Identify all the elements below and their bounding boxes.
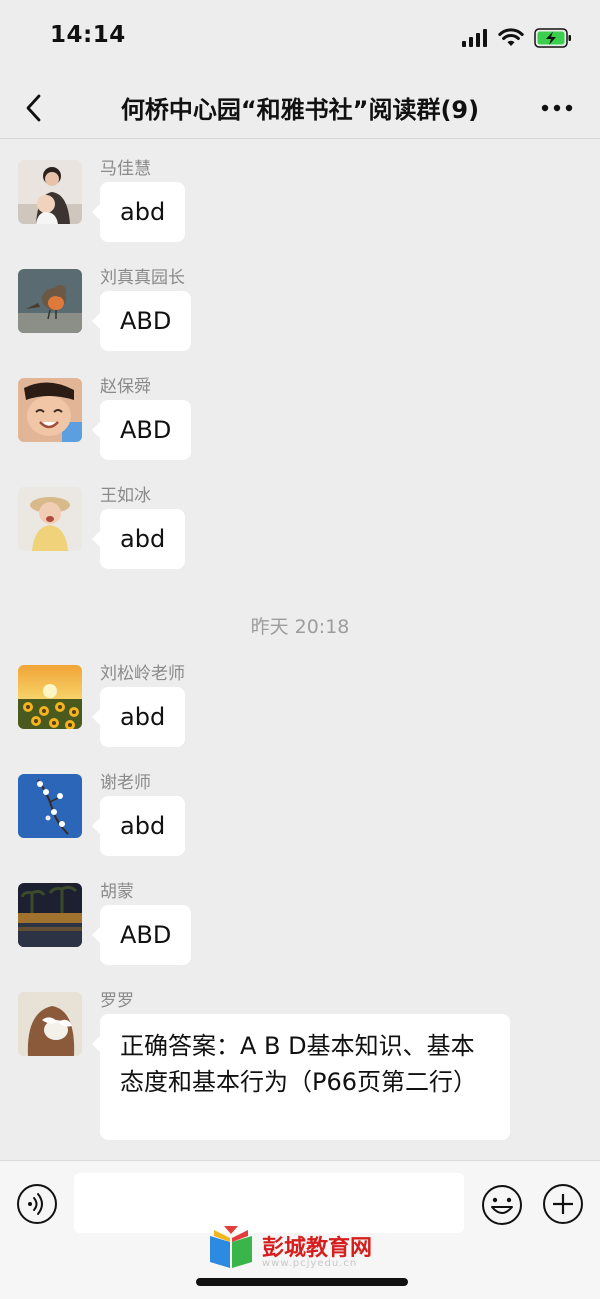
book-logo-icon: [210, 1226, 252, 1268]
message-bubble[interactable]: 正确答案：A B D基本知识、基本态度和基本行为（P66页第二行）: [92, 1014, 510, 1140]
sender-avatar[interactable]: [18, 269, 82, 333]
sender-name: 马佳慧: [100, 159, 151, 179]
sender-avatar[interactable]: [18, 487, 82, 551]
watermark: 彭城教育网 www.pcjyedu.cn: [206, 1226, 406, 1274]
back-arrow-icon[interactable]: [22, 92, 46, 124]
chat-header: 何桥中心园“和雅书社”阅读群(9): [0, 78, 600, 139]
watermark-url: www.pcjyedu.cn: [262, 1258, 358, 1269]
sender-avatar[interactable]: [18, 665, 82, 729]
sender-avatar[interactable]: [18, 378, 82, 442]
sender-name: 赵保舜: [100, 377, 151, 397]
more-options-icon[interactable]: [540, 102, 574, 114]
battery-charging-icon: [534, 28, 571, 48]
sender-name: 胡蒙: [100, 882, 134, 902]
message-bubble[interactable]: ABD: [91, 905, 192, 965]
message-bubble[interactable]: abd: [91, 182, 186, 242]
chat-timestamp: 昨天 20:18: [250, 616, 350, 638]
sender-avatar[interactable]: [18, 774, 82, 838]
sender-avatar[interactable]: [18, 992, 82, 1056]
sender-name: 罗罗: [100, 991, 134, 1011]
voice-input-icon[interactable]: [16, 1183, 58, 1225]
message-bubble[interactable]: ABD: [91, 400, 192, 460]
sender-name: 刘真真园长: [100, 268, 185, 288]
sender-name: 谢老师: [100, 773, 151, 793]
message-bubble[interactable]: ABD: [91, 291, 192, 351]
message-bubble[interactable]: abd: [91, 796, 186, 856]
sender-name: 刘松岭老师: [100, 664, 185, 684]
message-bubble[interactable]: abd: [91, 509, 186, 569]
message-input[interactable]: [74, 1173, 464, 1233]
status-time: 14:14: [50, 22, 126, 48]
sender-avatar[interactable]: [18, 160, 82, 224]
wifi-icon: [498, 28, 524, 46]
sender-avatar[interactable]: [18, 883, 82, 947]
plus-icon[interactable]: [542, 1183, 584, 1225]
chat-title: 何桥中心园“和雅书社”阅读群(9): [120, 96, 480, 124]
status-bar: 14:14: [0, 0, 600, 78]
sender-name: 王如冰: [100, 486, 151, 506]
chat-message-list[interactable]: 马佳慧 abd 刘真真园长 ABD 赵保舜 ABD 王如冰 abd 昨天 20:…: [0, 140, 600, 1160]
message-bubble[interactable]: abd: [91, 687, 186, 747]
emoji-icon[interactable]: [480, 1183, 524, 1227]
home-indicator[interactable]: [196, 1278, 408, 1286]
signal-icon: [462, 29, 487, 47]
status-icons: [462, 26, 572, 50]
